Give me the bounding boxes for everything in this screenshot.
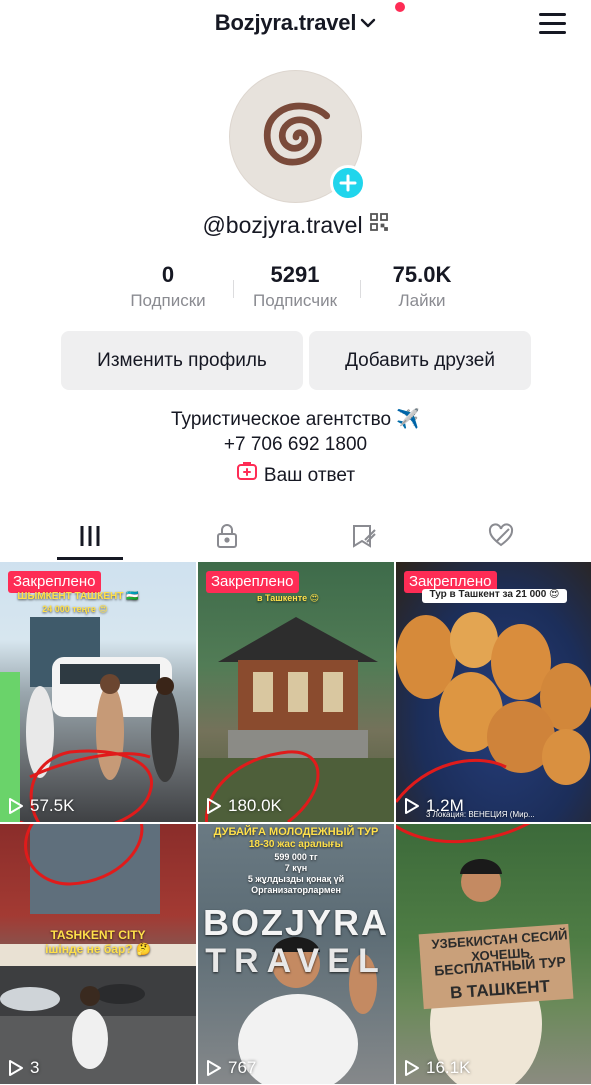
spiral-logo-icon	[263, 102, 330, 165]
video-caption: Организаторлармен	[251, 885, 341, 895]
top-bar: Bozjyra.travel	[0, 0, 591, 48]
video-caption: ішінде не бар? 🤔	[45, 942, 151, 956]
view-count: 1.2M	[404, 796, 464, 816]
view-count-value: 767	[228, 1058, 257, 1077]
view-count: 180.0K	[206, 796, 282, 816]
play-icon	[9, 1060, 23, 1076]
stat-followers[interactable]: 5291 Подписчик	[235, 262, 355, 311]
video-caption: 7 күн	[284, 863, 308, 873]
view-count-value: 57.5K	[30, 796, 75, 815]
view-count-value: 1.2M	[426, 796, 464, 815]
username: @bozjyra.travel	[202, 212, 363, 238]
bio-phone: +7 706 692 1800	[223, 434, 368, 455]
bookmark-icon	[353, 525, 376, 548]
stat-value: 75.0K	[392, 262, 452, 287]
heart-hidden-icon	[488, 523, 514, 547]
video-caption: в Ташкенте 😍	[256, 593, 320, 603]
video-thumbnail[interactable]: Закреплено Тур в Ташкент за 21 000 😍 3 Л…	[396, 562, 591, 822]
username-row: @bozjyra.travel	[0, 212, 591, 239]
tab-liked[interactable]	[481, 520, 521, 552]
stat-divider	[233, 280, 234, 298]
account-switcher[interactable]: Bozjyra.travel	[0, 10, 591, 36]
add-profile-photo-button[interactable]	[330, 165, 366, 201]
view-count: 57.5K	[8, 796, 74, 816]
play-icon	[405, 798, 419, 814]
video-thumbnail[interactable]: ДУБАЙҒА МОЛОДЕЖНЫЙ ТУР 18-30 жас аралығы…	[198, 824, 394, 1084]
notification-dot	[395, 2, 405, 12]
play-icon	[207, 1060, 221, 1076]
add-answer-icon	[236, 461, 258, 487]
answer-label: Ваш ответ	[263, 465, 356, 487]
view-count-value: 180.0K	[228, 796, 282, 815]
tab-saved[interactable]	[344, 520, 384, 552]
view-count: 767	[206, 1058, 256, 1078]
play-icon	[9, 798, 23, 814]
video-sign: TRAVEL	[205, 942, 387, 980]
account-name: Bozjyra.travel	[214, 10, 357, 35]
video-caption: Тур в Ташкент за 21 000 😍	[422, 589, 567, 603]
stat-likes[interactable]: 75.0K Лайки	[362, 262, 482, 311]
tab-private[interactable]	[207, 520, 247, 552]
stat-label: Подписчик	[252, 291, 338, 310]
tab-videos[interactable]	[70, 520, 110, 552]
hamburger-menu-icon[interactable]	[539, 12, 567, 34]
stat-divider	[360, 280, 361, 298]
video-thumbnail[interactable]: Закреплено ШЫМКЕНТ ТАШКЕНТ 🇺🇿 24 000 тең…	[0, 562, 196, 822]
video-caption: 18-30 жас аралығы	[248, 839, 344, 850]
play-icon	[207, 798, 221, 814]
pinned-badge: Закреплено	[8, 571, 101, 593]
stat-label: Лайки	[398, 291, 446, 310]
qr-code-icon[interactable]	[369, 211, 389, 238]
lock-icon	[217, 524, 237, 548]
add-friends-button[interactable]: Добавить друзей	[309, 331, 531, 390]
pinned-badge: Закреплено	[206, 571, 299, 593]
profile-bio: Туристическое агентство ✈️ +7 706 692 18…	[0, 407, 591, 457]
video-caption: 5 жұлдызды қонақ үй	[247, 874, 345, 884]
edit-profile-button[interactable]: Изменить профиль	[61, 331, 303, 390]
view-count: 3	[8, 1058, 39, 1078]
view-count-value: 16.1K	[426, 1058, 471, 1077]
video-thumbnail[interactable]: Закреплено в Ташкенте 😍 180.0K	[198, 562, 394, 822]
stat-value: 0	[161, 262, 175, 287]
video-thumbnail[interactable]: TASHKENT CITY ішінде не бар? 🤔 3	[0, 824, 196, 1084]
plus-icon	[339, 174, 357, 192]
video-sign: BOZJYRA	[202, 902, 390, 943]
video-caption: 599 000 тг	[274, 852, 318, 862]
your-answer-link[interactable]: Ваш ответ	[0, 462, 591, 487]
chevron-down-icon	[360, 9, 376, 35]
profile-stats: 0 Подписки 5291 Подписчик 75.0K Лайки	[0, 262, 591, 318]
video-caption: ШЫМКЕНТ ТАШКЕНТ 🇺🇿	[17, 591, 139, 602]
active-tab-indicator	[57, 557, 123, 560]
stat-following[interactable]: 0 Подписки	[108, 262, 228, 311]
video-thumbnail[interactable]: УЗБЕКИСТАН СЕСИЙ ХОЧЕШЬ БЕСПЛАТНЫЙ ТУР В…	[396, 824, 591, 1084]
video-caption: 24 000 теңге 😍	[42, 604, 108, 614]
play-icon	[405, 1060, 419, 1076]
bio-line: Туристическое агентство ✈️	[171, 409, 420, 430]
video-grid: Закреплено ШЫМКЕНТ ТАШКЕНТ 🇺🇿 24 000 тең…	[0, 562, 591, 1085]
view-count-value: 3	[30, 1058, 40, 1077]
stat-label: Подписки	[130, 291, 206, 310]
content-tabs	[0, 512, 591, 560]
view-count: 16.1K	[404, 1058, 470, 1078]
video-caption: TASHKENT CITY	[50, 928, 146, 942]
stat-value: 5291	[270, 262, 320, 287]
grid-bars-icon	[80, 526, 100, 546]
video-caption: ДУБАЙҒА МОЛОДЕЖНЫЙ ТУР	[213, 826, 379, 838]
